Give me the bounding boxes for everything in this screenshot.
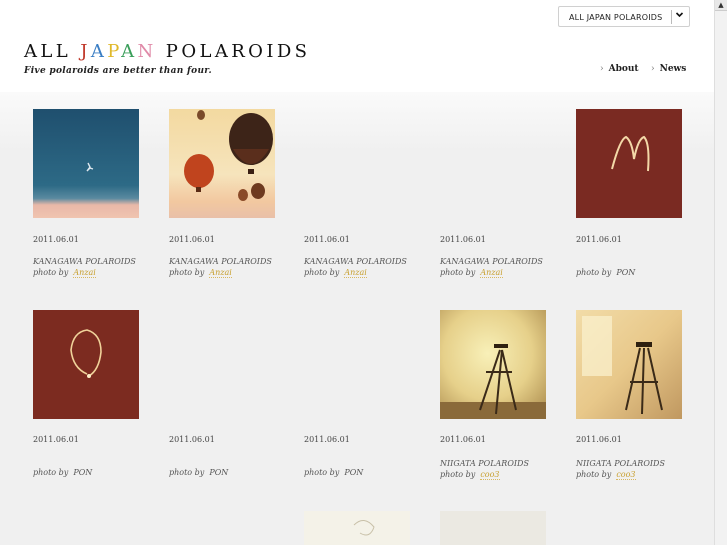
region-select[interactable]: ALL JAPAN POLAROIDS [558,6,690,27]
item-date: 2011.06.01 [304,435,350,444]
site-tagline: Five polaroids are better than four. [24,66,212,76]
item-author: PON [344,468,364,477]
chevron-right-icon: › [651,64,655,74]
nav-news-label: News [659,64,687,74]
easel-window-photo[interactable] [576,310,682,419]
item-date: 2011.06.01 [576,235,622,244]
item-author-link[interactable]: Anzai [209,268,232,278]
item-credit: photo by Anzai [440,268,503,278]
pale-photo[interactable] [440,511,546,545]
item-author-link[interactable]: Anzai [344,268,367,278]
item-author-link[interactable]: coo3 [480,470,500,480]
item-author-link[interactable]: Anzai [73,268,96,278]
nav-about-label: About [608,64,639,74]
item-title: KANAGAWA POLAROIDS [33,257,136,266]
logo-part: J [80,41,91,62]
item-title: KANAGAWA POLAROIDS [169,257,272,266]
item-credit: photo by PON [33,468,92,477]
item-title: NIIGATA POLAROIDS [440,459,529,468]
item-credit-label: photo by [304,468,340,477]
light-letter-o-photo[interactable] [33,310,139,419]
item-date: 2011.06.01 [576,435,622,444]
select-divider [671,10,672,24]
item-credit: photo by PON [304,468,363,477]
scroll-up-arrow-icon[interactable]: ▲ [715,0,727,11]
logo-part: N [137,41,157,62]
item-author-link[interactable]: Anzai [480,268,503,278]
item-credit: photo by coo3 [440,470,500,480]
item-credit: photo by PON [576,268,635,277]
item-title: NIIGATA POLAROIDS [576,459,665,468]
vertical-scrollbar[interactable] [714,0,727,545]
item-credit-label: photo by [169,268,205,277]
item-credit-label: photo by [33,468,69,477]
logo-part: A [121,41,138,62]
item-credit-label: photo by [33,268,69,277]
region-select-value: ALL JAPAN POLAROIDS [569,13,663,22]
item-date: 2011.06.01 [440,235,486,244]
item-credit: photo by Anzai [304,268,367,278]
item-credit-label: photo by [440,268,476,277]
logo-part: ALL [24,41,81,62]
nav-news-link[interactable]: › News [651,64,686,74]
logo-part: P [107,41,122,62]
chevron-down-icon[interactable] [675,10,684,22]
item-credit: photo by Anzai [33,268,96,278]
item-credit-label: photo by [440,470,476,479]
sky-bird-photo[interactable] [33,109,139,218]
logo-part: A [90,41,108,62]
item-credit: photo by coo3 [576,470,636,480]
item-title: KANAGAWA POLAROIDS [304,257,407,266]
item-date: 2011.06.01 [440,435,486,444]
chevron-right-icon: › [600,64,604,74]
item-credit: photo by PON [169,468,228,477]
item-author-link[interactable]: coo3 [616,470,636,480]
item-credit-label: photo by [576,470,612,479]
nav-about-link[interactable]: › About [600,64,639,74]
logo-part: POLAROIDS [156,41,311,62]
item-date: 2011.06.01 [304,235,350,244]
light-trail-photo[interactable] [304,511,410,545]
item-credit-label: photo by [304,268,340,277]
hot-air-balloons-photo[interactable] [169,109,275,218]
item-credit-label: photo by [576,268,612,277]
item-date: 2011.06.01 [33,435,79,444]
item-date: 2011.06.01 [169,235,215,244]
item-author: PON [73,468,93,477]
item-date: 2011.06.01 [33,235,79,244]
light-letter-m-photo[interactable] [576,109,682,218]
item-credit: photo by Anzai [169,268,232,278]
site-logo[interactable]: ALL JAPAN POLAROIDS [24,41,310,62]
item-title: KANAGAWA POLAROIDS [440,257,543,266]
item-author: PON [209,468,229,477]
easel-photo[interactable] [440,310,546,419]
item-author: PON [616,268,636,277]
item-credit-label: photo by [169,468,205,477]
item-date: 2011.06.01 [169,435,215,444]
